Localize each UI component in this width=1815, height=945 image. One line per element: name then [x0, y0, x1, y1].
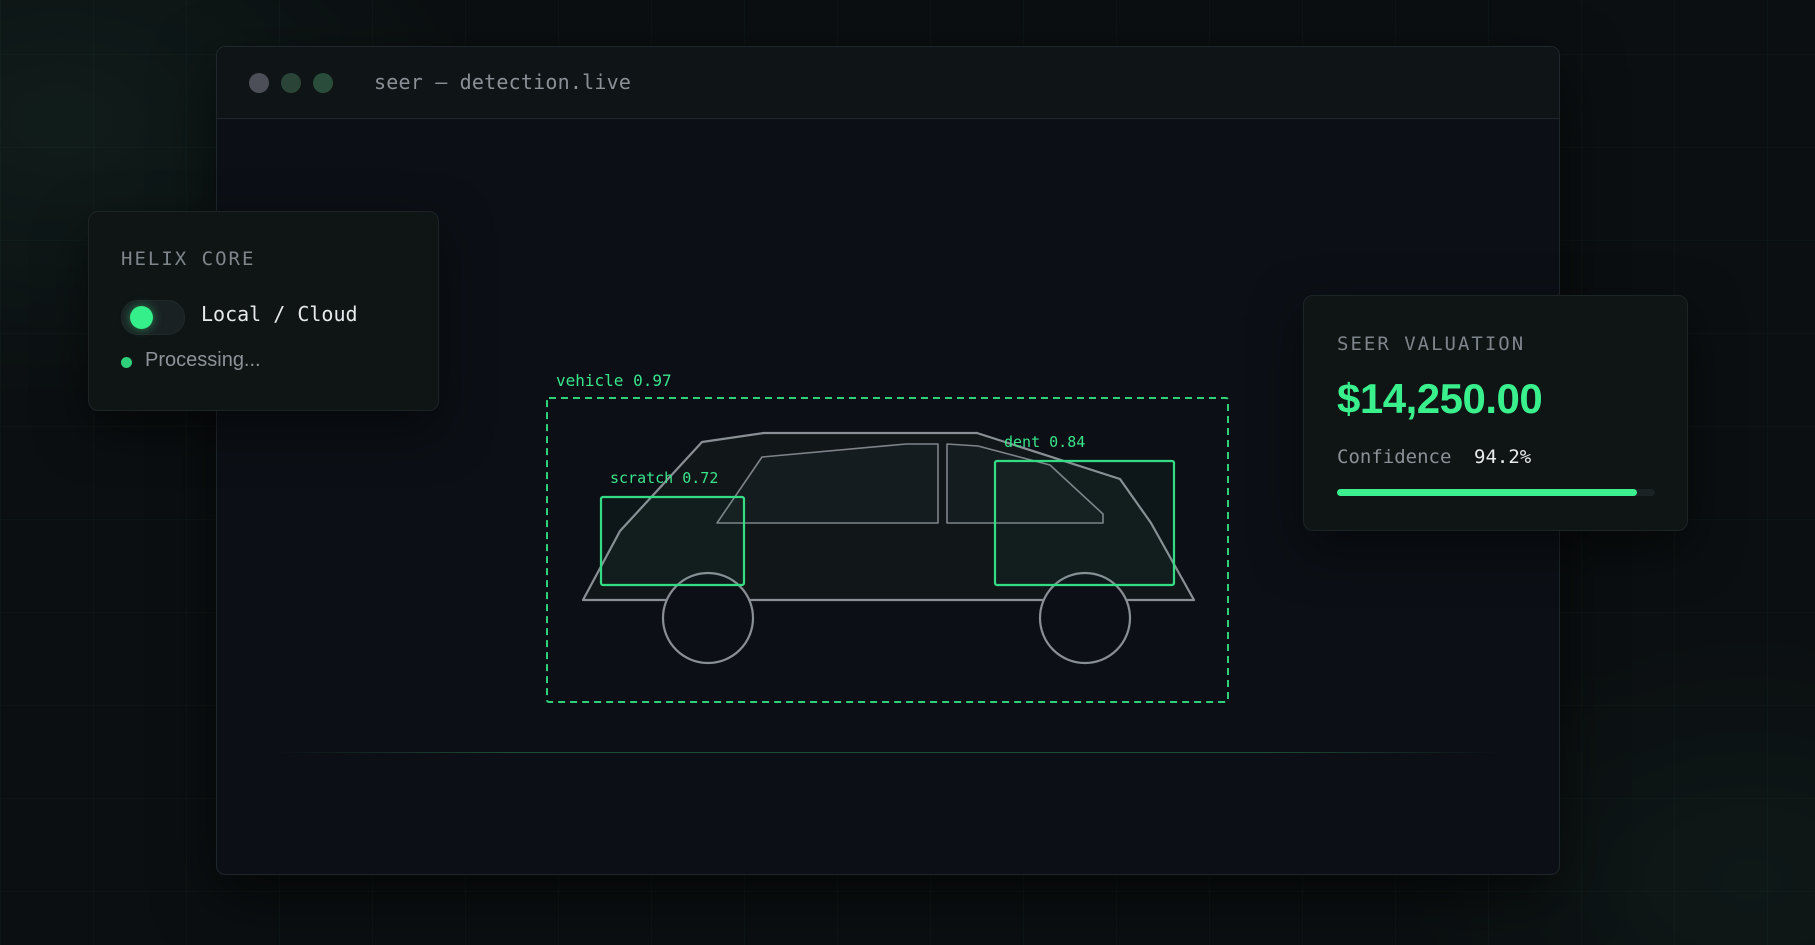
helix-core-title: HELIX CORE — [121, 248, 256, 270]
confidence-label: Confidence — [1337, 446, 1452, 468]
processing-status: Processing... — [145, 349, 261, 371]
confidence-value: 94.2% — [1474, 446, 1532, 468]
seer-valuation-title: SEER VALUATION — [1337, 333, 1526, 355]
helix-core-card: HELIX CORE Local / Cloud Processing... — [88, 211, 439, 411]
status-dot-icon — [121, 357, 132, 368]
confidence-progress-bar — [1337, 489, 1655, 496]
confidence-progress-fill — [1337, 489, 1637, 496]
dent-detection-label: dent 0.84 — [1004, 433, 1085, 451]
front-wheel — [661, 571, 755, 665]
valuation-price: $14,250.00 — [1337, 375, 1543, 422]
scratch-detection-label: scratch 0.72 — [610, 469, 718, 487]
vehicle-detection-label: vehicle 0.97 — [556, 371, 672, 390]
local-cloud-toggle[interactable] — [121, 300, 185, 335]
title-bar: seer — detection.live — [217, 47, 1559, 119]
rear-wheel — [1038, 571, 1132, 665]
window-title: seer — detection.live — [374, 70, 632, 94]
toggle-knob — [130, 306, 153, 329]
seer-valuation-card: SEER VALUATION $14,250.00 Confidence 94.… — [1303, 295, 1688, 531]
close-dot-icon[interactable] — [249, 73, 269, 93]
local-cloud-label: Local / Cloud — [201, 302, 358, 326]
minimize-dot-icon[interactable] — [281, 73, 301, 93]
scratch-detection-box[interactable] — [599, 495, 746, 587]
dent-detection-box[interactable] — [993, 459, 1176, 587]
maximize-dot-icon[interactable] — [313, 73, 333, 93]
